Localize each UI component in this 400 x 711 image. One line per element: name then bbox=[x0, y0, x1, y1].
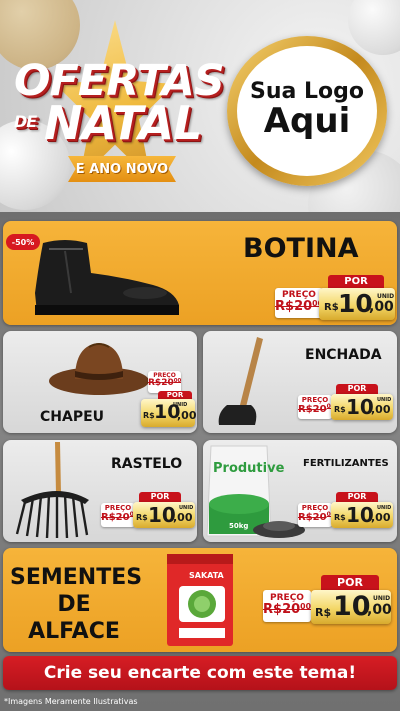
product-name: RASTELO bbox=[111, 456, 183, 472]
subtitle-ribbon: E ANO NOVO bbox=[68, 156, 176, 182]
product-name: CHAPEU bbox=[40, 409, 105, 425]
footnote: *Imagens Meramente Ilustrativas bbox=[4, 697, 138, 706]
old-price: R$2000 bbox=[101, 511, 135, 523]
cta-banner[interactable]: Crie seu encarte com este tema! bbox=[3, 656, 397, 690]
ornament-ball bbox=[348, 0, 400, 55]
old-price: R$2000 bbox=[298, 403, 332, 415]
product-name: BOTINA bbox=[243, 233, 359, 264]
product-name: ENCHADA bbox=[305, 347, 382, 363]
logo-text-line2: Aqui bbox=[263, 101, 351, 142]
product-card-fertilizantes: Produtive 50kg FERTILIZANTES PREÇO R$200… bbox=[203, 440, 397, 542]
new-price: R$ 10 ,00 UNID bbox=[331, 502, 393, 528]
old-price: R$2000 bbox=[298, 511, 332, 523]
header-banner: OFERTAS DE NATAL E ANO NOVO Sua Logo Aqu… bbox=[0, 0, 400, 215]
logo-text-line1: Sua Logo bbox=[249, 79, 364, 105]
old-price: R$2000 bbox=[275, 299, 323, 314]
logo-placeholder: Sua Logo Aqui bbox=[227, 36, 387, 186]
product-card-chapeu: CHAPEU PREÇO R$2000 POR R$ 10 ,00 UNID bbox=[3, 331, 197, 433]
new-price: R$ 10 ,00 UNID bbox=[331, 394, 393, 420]
boot-icon bbox=[35, 240, 179, 315]
old-price: R$2000 bbox=[148, 378, 181, 388]
por-label: POR bbox=[321, 575, 379, 591]
product-card-enchada: ENCHADA PREÇO R$2000 POR R$ 10 ,00 UNID bbox=[203, 331, 397, 433]
rake-icon bbox=[15, 442, 89, 539]
title-de: DE bbox=[14, 112, 37, 131]
old-price: R$2000 bbox=[263, 602, 311, 617]
new-price: R$ 10 ,00 UNID bbox=[319, 288, 395, 320]
new-price: R$ 10 ,00 UNID bbox=[311, 590, 392, 624]
fertilizer-bag-icon: Produtive 50kg bbox=[206, 445, 305, 538]
product-card-rastelo: RASTELO PREÇO R$2000 POR R$ 10 ,00 UNID bbox=[3, 440, 197, 542]
hat-icon bbox=[49, 343, 149, 395]
product-card-botina: BOTINA PREÇO R$2000 POR R$ 10 ,00 UNID bbox=[3, 221, 397, 325]
new-price: R$ 10 ,00 UNID bbox=[133, 502, 195, 528]
fertilizer-brand-text: Produtive bbox=[213, 461, 285, 476]
fertilizer-weight-text: 50kg bbox=[229, 522, 248, 530]
seed-brand-text: SAKATA bbox=[189, 571, 225, 580]
new-price: R$ 10 ,00 UNID bbox=[141, 399, 197, 427]
seed-packet-icon: SAKATA bbox=[167, 554, 233, 646]
discount-badge: -50% bbox=[6, 234, 40, 250]
hoe-icon bbox=[218, 337, 263, 425]
product-card-sementes: SEMENTES DE ALFACE SAKATA PREÇO R$2000 P… bbox=[3, 548, 397, 652]
product-name: FERTILIZANTES bbox=[303, 458, 389, 469]
title-natal: NATAL bbox=[44, 96, 202, 150]
product-name: SEMENTES DE ALFACE bbox=[10, 565, 143, 644]
